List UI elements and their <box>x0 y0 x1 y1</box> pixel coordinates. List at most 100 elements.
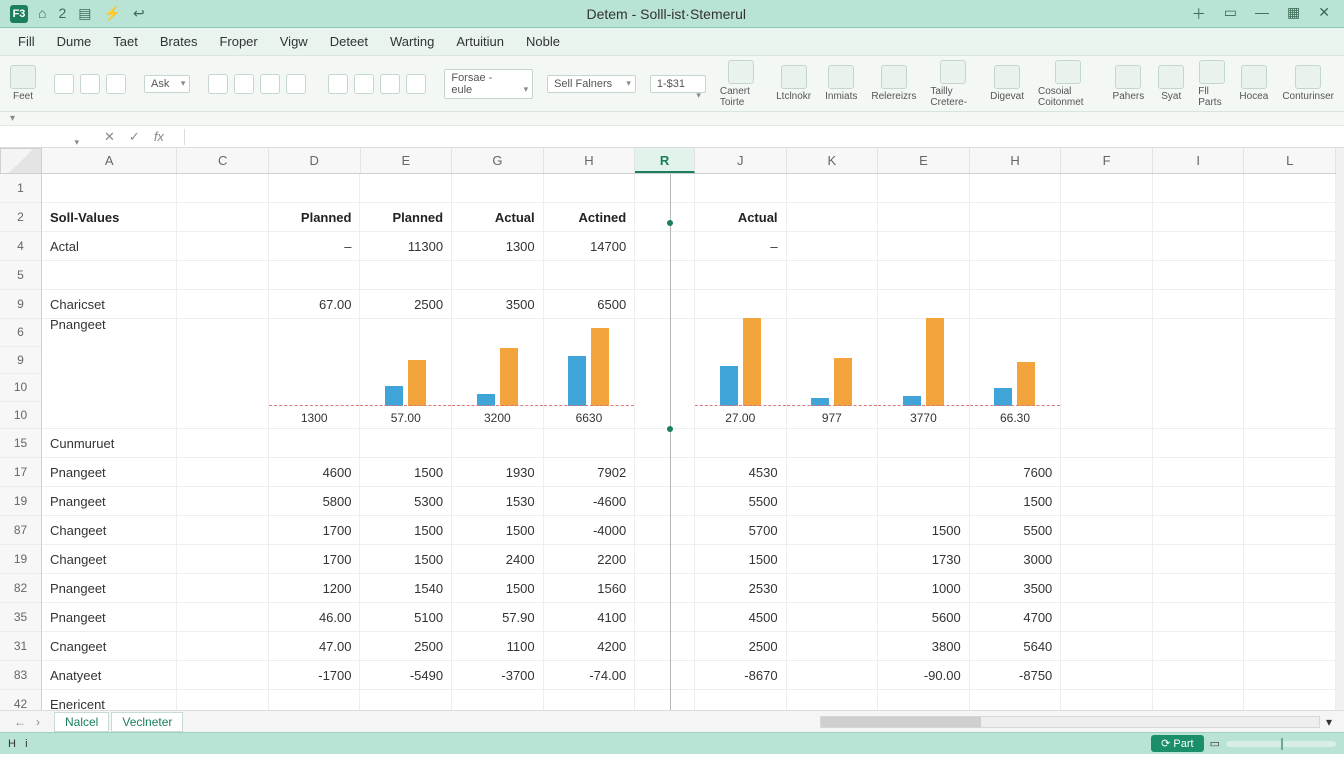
cell[interactable]: -74.00 <box>544 661 636 689</box>
menu-help[interactable]: Noble <box>526 34 560 49</box>
cell[interactable]: 1500 <box>360 516 452 544</box>
cell[interactable] <box>787 516 879 544</box>
cell[interactable]: 4700 <box>970 603 1062 631</box>
cell[interactable]: 1500 <box>452 516 544 544</box>
cell-header-g[interactable]: Actual <box>452 203 544 231</box>
cell[interactable] <box>1061 516 1153 544</box>
cell[interactable]: 7902 <box>544 458 636 486</box>
cell[interactable]: 1930 <box>452 458 544 486</box>
cell[interactable]: Pnangeet <box>42 487 177 515</box>
row-header[interactable]: 87 <box>0 516 41 545</box>
row-header[interactable]: 1 <box>0 174 41 203</box>
device-icon[interactable]: ▭ <box>1224 4 1237 24</box>
row-header[interactable]: 42 <box>0 690 41 710</box>
cell-header-h[interactable]: Actined <box>544 203 636 231</box>
cell[interactable] <box>1244 690 1336 710</box>
column-header-J[interactable]: J <box>695 148 787 173</box>
column-header-G[interactable]: G <box>452 148 544 173</box>
cell[interactable]: 4530 <box>695 458 787 486</box>
cell[interactable] <box>177 545 269 573</box>
cell[interactable] <box>1061 458 1153 486</box>
cell[interactable] <box>878 458 970 486</box>
sheet-nav-prev-icon[interactable]: ← <box>14 715 26 729</box>
cell[interactable]: 46.00 <box>269 603 361 631</box>
status-action-button[interactable]: ⟳ Part <box>1151 735 1203 752</box>
column-header-R[interactable]: R <box>635 148 695 173</box>
format-painter-icon[interactable] <box>106 74 126 94</box>
cell[interactable]: 1560 <box>544 574 636 602</box>
menu-automate[interactable]: Artuitiun <box>456 34 504 49</box>
ribbon-btn-7[interactable]: Relereizrs <box>871 65 916 102</box>
column-header-H[interactable]: H <box>544 148 636 173</box>
cell[interactable]: 2200 <box>544 545 636 573</box>
align-right-icon[interactable] <box>380 74 400 94</box>
column-headers[interactable]: ACDEGHRJKEHFIL <box>42 148 1336 174</box>
menu-file[interactable]: Fill <box>18 34 35 49</box>
row-header[interactable]: 10 <box>0 402 41 430</box>
cell[interactable] <box>878 690 970 710</box>
cell[interactable]: 3000 <box>970 545 1062 573</box>
number-input[interactable]: 1-$31 <box>650 75 706 93</box>
qat-undo-icon[interactable]: ↩ <box>133 5 145 22</box>
cell[interactable]: -8670 <box>695 661 787 689</box>
cell[interactable] <box>1153 545 1245 573</box>
italic-icon[interactable] <box>234 74 254 94</box>
split-handle-bottom[interactable] <box>667 426 673 432</box>
cell[interactable] <box>1244 661 1336 689</box>
cell-header-d[interactable]: Planned <box>269 203 361 231</box>
cell[interactable] <box>177 487 269 515</box>
row-header[interactable]: 82 <box>0 574 41 603</box>
cell[interactable] <box>787 661 879 689</box>
cell[interactable]: -5490 <box>360 661 452 689</box>
row-header[interactable]: 17 <box>0 458 41 487</box>
menu-layout[interactable]: Froper <box>219 34 257 49</box>
cell-header-j[interactable]: Actual <box>695 203 787 231</box>
cell[interactable] <box>635 458 695 486</box>
cell[interactable] <box>1153 603 1245 631</box>
align-center-icon[interactable] <box>354 74 374 94</box>
cell[interactable]: Anatyeet <box>42 661 177 689</box>
sheet-nav-next-icon[interactable]: › <box>36 715 40 729</box>
row-header[interactable]: 6 <box>0 319 41 347</box>
select-all-corner[interactable] <box>0 148 42 174</box>
cell[interactable] <box>544 690 636 710</box>
maximize-icon[interactable]: ▦ <box>1287 4 1300 24</box>
row-header[interactable]: 83 <box>0 661 41 690</box>
cell[interactable] <box>1244 632 1336 660</box>
ribbon-btn-9[interactable]: Digevat <box>990 65 1024 102</box>
cell[interactable] <box>1153 516 1245 544</box>
paste-button[interactable]: Feet <box>10 65 36 102</box>
conditional-format-button[interactable]: Canert Toirte <box>720 60 762 108</box>
row-headers[interactable]: 1245969101015171987198235318342 <box>0 174 42 710</box>
cell[interactable] <box>635 545 695 573</box>
strike-icon[interactable] <box>286 74 306 94</box>
cell[interactable]: 5500 <box>970 516 1062 544</box>
cell[interactable] <box>787 574 879 602</box>
cell[interactable] <box>452 690 544 710</box>
row-header[interactable]: 10 <box>0 374 41 402</box>
cell[interactable]: 5800 <box>269 487 361 515</box>
cell[interactable] <box>635 690 695 710</box>
cell[interactable] <box>970 690 1062 710</box>
underline-icon[interactable] <box>260 74 280 94</box>
cell[interactable]: 4200 <box>544 632 636 660</box>
menu-insert[interactable]: Taet <box>113 34 138 49</box>
cell[interactable] <box>1061 545 1153 573</box>
cell[interactable]: 3800 <box>878 632 970 660</box>
copy-icon[interactable] <box>80 74 100 94</box>
cell[interactable]: Enericent <box>42 690 177 710</box>
cell[interactable]: 5700 <box>695 516 787 544</box>
cell[interactable]: Changeet <box>42 545 177 573</box>
cell[interactable]: -8750 <box>970 661 1062 689</box>
cell[interactable] <box>269 690 361 710</box>
column-header-E[interactable]: E <box>878 148 970 173</box>
cell[interactable]: -3700 <box>452 661 544 689</box>
cell[interactable]: -4600 <box>544 487 636 515</box>
number-format-combo[interactable]: Sell Falners <box>547 75 636 93</box>
cell[interactable]: 5600 <box>878 603 970 631</box>
cell-header-a[interactable]: Soll-Values <box>42 203 177 231</box>
cell[interactable] <box>878 487 970 515</box>
freeze-pane-separator[interactable] <box>670 174 671 710</box>
cell[interactable]: 1700 <box>269 516 361 544</box>
ribbon-btn-6[interactable]: Inmiats <box>825 65 857 102</box>
